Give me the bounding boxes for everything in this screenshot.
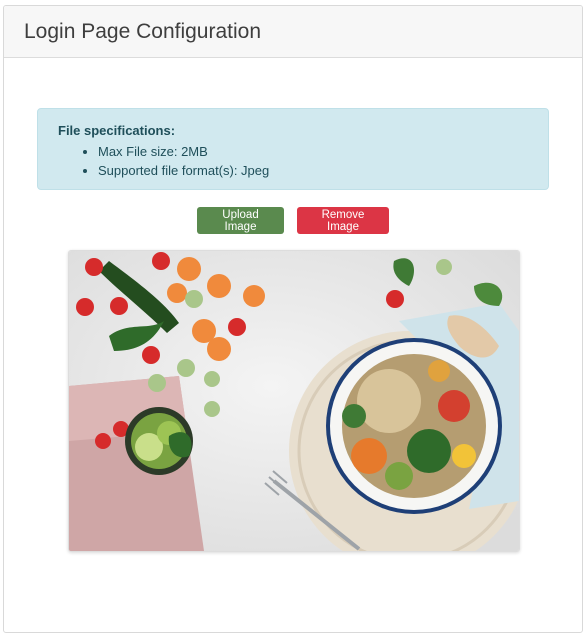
card-header: Login Page Configuration	[4, 6, 582, 58]
spec-max-file-size: Max File size: 2MB	[98, 142, 548, 161]
remove-image-button[interactable]: Remove Image	[297, 207, 389, 234]
food-photo-image	[69, 251, 519, 551]
login-image-preview	[68, 250, 520, 552]
spec-supported-format: Supported file format(s): Jpeg	[98, 161, 548, 180]
file-specifications-title: File specifications:	[58, 123, 176, 138]
page-title: Login Page Configuration	[24, 19, 262, 43]
file-specifications-alert: File specifications: Max File size: 2MB …	[37, 108, 549, 190]
file-specifications-list: Max File size: 2MB Supported file format…	[58, 142, 548, 180]
image-actions: Upload Image Remove Image	[4, 207, 582, 234]
login-config-card: Login Page Configuration File specificat…	[3, 5, 583, 633]
upload-image-button[interactable]: Upload Image	[197, 207, 284, 234]
